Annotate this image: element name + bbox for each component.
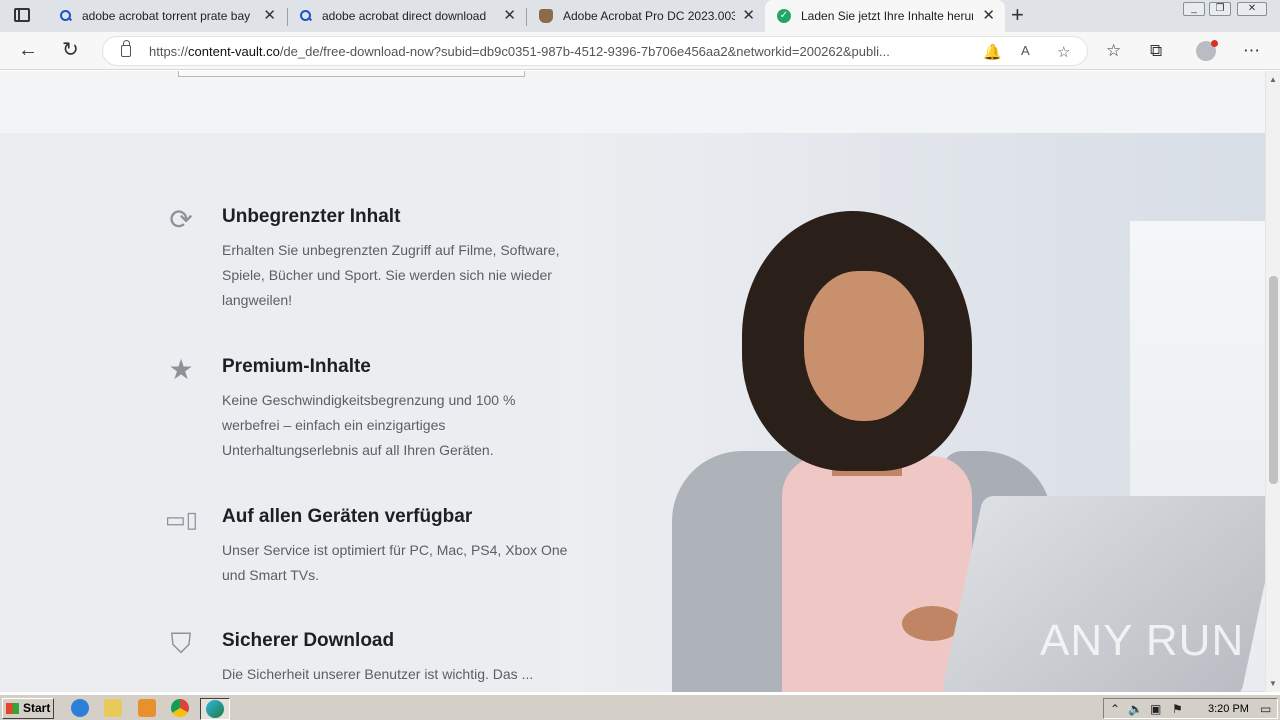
tab-title: adobe acrobat direct download p xyxy=(322,9,490,23)
close-icon[interactable]: ✕ xyxy=(263,8,276,24)
edge-icon xyxy=(206,700,224,718)
show-desktop-icon[interactable]: ▭ xyxy=(1260,702,1271,716)
top-box xyxy=(178,71,525,77)
anyrun-watermark: ANY RUN xyxy=(1040,616,1245,665)
refresh-button[interactable]: ↻ xyxy=(62,40,79,60)
close-window-button[interactable]: ✕ xyxy=(1237,2,1267,16)
top-section xyxy=(0,71,1265,133)
tab-strip: adobe acrobat torrent prate bay - ✕ adob… xyxy=(0,0,1280,32)
shield-icon: ⛉ xyxy=(170,628,192,659)
feature-text: Keine Geschwindigkeitsbegrenzung und 100… xyxy=(222,392,516,458)
feature-title: Auf allen Geräten verfügbar xyxy=(222,506,473,527)
collections-icon[interactable]: ⧉ xyxy=(1150,41,1162,61)
tab-title: adobe acrobat torrent prate bay - xyxy=(82,9,250,23)
back-button[interactable]: ← xyxy=(18,40,38,60)
feature-text: Unser Service ist optimiert für PC, Mac,… xyxy=(222,542,568,583)
feature-unlimited: ⟳ Unbegrenzter Inhalt Erhalten Sie unbeg… xyxy=(165,204,585,314)
search-icon xyxy=(60,10,72,22)
taskbar: Start ⌃ 🔈 ▣ ⚑ ▭ 3:20 PM xyxy=(0,694,1280,720)
feature-premium: ★ Premium-Inhalte Keine Geschwindigkeits… xyxy=(165,354,585,464)
close-icon[interactable]: ✕ xyxy=(503,8,516,24)
volume-icon[interactable]: 🔈 xyxy=(1128,702,1143,716)
feature-title: Premium-Inhalte xyxy=(222,356,371,377)
media-player-icon[interactable] xyxy=(138,699,156,717)
flag-icon[interactable]: ⚑ xyxy=(1172,702,1183,716)
browser-toolbar: ← ↻ https://content-vault.co/de_de/free-… xyxy=(0,32,1280,70)
minimize-button[interactable]: _ xyxy=(1183,2,1205,16)
restore-button[interactable]: ❐ xyxy=(1209,2,1231,16)
url-host: content-vault.co xyxy=(188,44,280,59)
ie-icon[interactable] xyxy=(71,699,89,717)
vertical-scrollbar[interactable]: ▲ ▼ xyxy=(1265,71,1280,692)
face xyxy=(804,271,924,421)
system-tray: ⌃ 🔈 ▣ ⚑ ▭ xyxy=(1103,698,1278,719)
search-icon xyxy=(300,10,312,22)
feature-text: Die Sicherheit unserer Benutzer ist wich… xyxy=(222,666,534,682)
shirt xyxy=(782,456,972,692)
notification-blocked-icon[interactable]: 🔔 xyxy=(983,43,1002,61)
url-text: https://content-vault.co/de_de/free-down… xyxy=(149,44,890,59)
url-path: /de_de/free-download-now?subid=db9c0351-… xyxy=(279,44,890,59)
close-icon[interactable]: ✕ xyxy=(742,8,755,24)
tab-1[interactable]: adobe acrobat torrent prate bay - ✕ xyxy=(48,0,286,32)
new-tab-button[interactable]: + xyxy=(1011,3,1024,27)
lock-icon xyxy=(121,40,131,57)
scroll-down-icon[interactable]: ▼ xyxy=(1269,679,1277,688)
tab-3[interactable]: Adobe Acrobat Pro DC 2023.003. ✕ xyxy=(527,0,765,32)
scroll-thumb[interactable] xyxy=(1269,276,1278,484)
edge-taskbar-button[interactable] xyxy=(200,698,230,720)
add-favorite-icon[interactable]: ☆ xyxy=(1057,43,1070,61)
more-menu-icon[interactable]: ⋯ xyxy=(1243,41,1260,61)
explorer-icon[interactable] xyxy=(104,699,122,717)
scroll-up-icon[interactable]: ▲ xyxy=(1269,75,1277,84)
chrome-icon[interactable] xyxy=(171,699,189,717)
star-icon: ★ xyxy=(168,354,194,385)
devices-icon: ▭▯ xyxy=(165,507,198,532)
pirate-ship-icon xyxy=(539,9,553,23)
feature-title: Sicherer Download xyxy=(222,630,395,651)
tab-4-active[interactable]: ✓ Laden Sie jetzt Ihre Inhalte herunt ✕ xyxy=(765,0,1005,32)
favorites-icon[interactable]: ☆ xyxy=(1106,41,1121,61)
start-button[interactable]: Start xyxy=(2,698,54,719)
profile-avatar[interactable] xyxy=(1196,40,1218,61)
feature-devices: ▭▯ Auf allen Geräten verfügbar Unser Ser… xyxy=(165,504,585,594)
close-icon[interactable]: ✕ xyxy=(982,8,995,24)
page-content: ⟳ Unbegrenzter Inhalt Erhalten Sie unbeg… xyxy=(0,71,1265,692)
feature-title: Unbegrenzter Inhalt xyxy=(222,206,401,227)
feature-text: Erhalten Sie unbegrenzten Zugriff auf Fi… xyxy=(222,242,560,308)
read-aloud-icon[interactable]: A xyxy=(1021,43,1030,58)
feature-secure: ⛉ Sicherer Download Die Sicherheit unser… xyxy=(165,628,585,692)
refresh-icon: ⟳ xyxy=(169,204,193,235)
network-icon[interactable]: ▣ xyxy=(1150,702,1161,716)
tab-actions-icon[interactable] xyxy=(14,8,30,22)
tab-title: Adobe Acrobat Pro DC 2023.003. xyxy=(563,9,735,23)
chevron-up-icon[interactable]: ⌃ xyxy=(1110,702,1120,716)
check-circle-icon: ✓ xyxy=(777,9,791,23)
tab-2[interactable]: adobe acrobat direct download p ✕ xyxy=(288,0,526,32)
tab-title: Laden Sie jetzt Ihre Inhalte herunt xyxy=(801,9,973,23)
clock: 3:20 PM xyxy=(1208,703,1249,715)
address-bar[interactable]: https://content-vault.co/de_de/free-down… xyxy=(102,36,1088,66)
